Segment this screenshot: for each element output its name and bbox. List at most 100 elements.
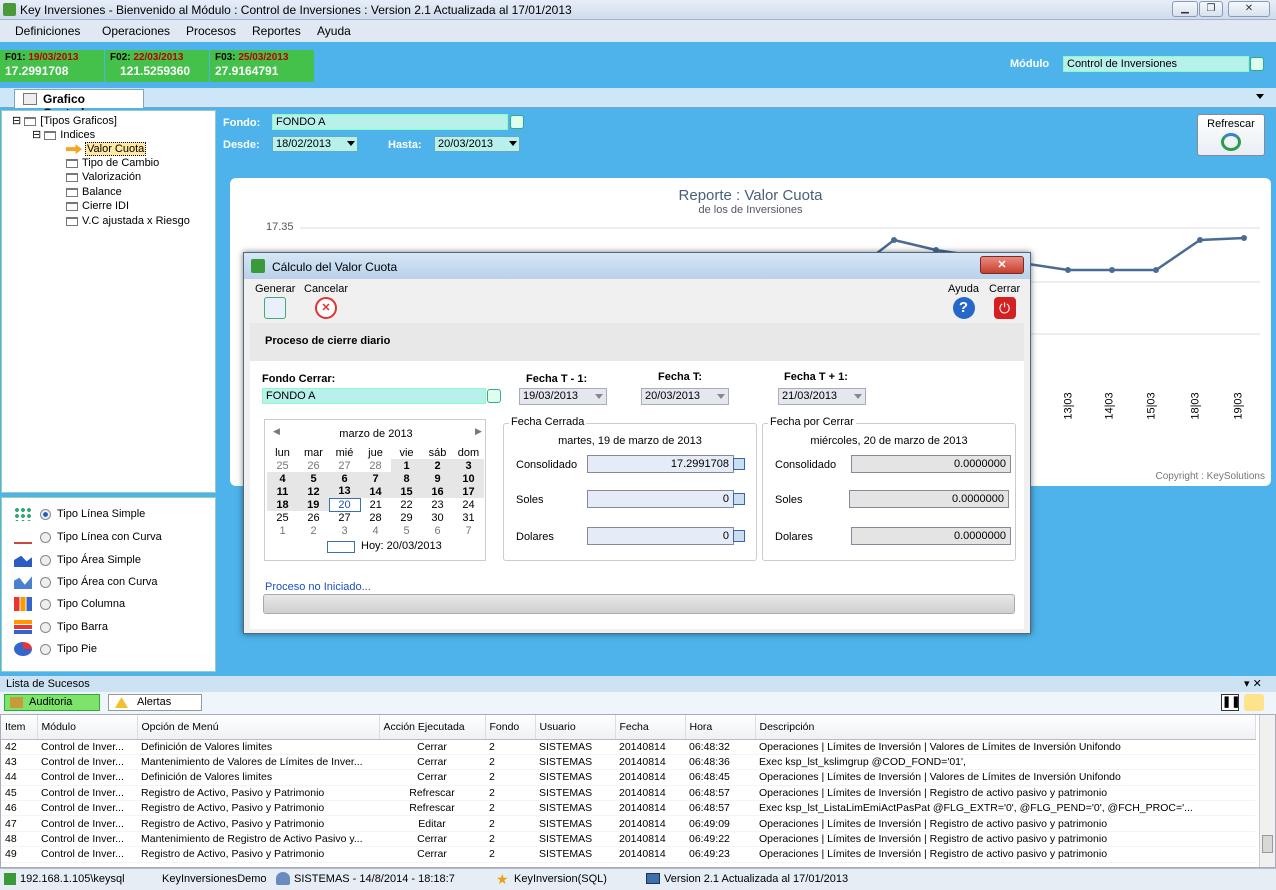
radio-area-curva[interactable] — [40, 576, 51, 588]
table-row[interactable]: 42 Control de Inver... Definición de Valor… — [1, 739, 1255, 755]
menu-ayuda[interactable]: Ayuda — [317, 24, 351, 38]
desde-datepicker[interactable]: 18/02/2013 — [272, 136, 358, 152]
generar-button[interactable]: Generar — [255, 283, 295, 319]
type-barra[interactable]: Tipo Barra — [14, 620, 108, 634]
calendar-day[interactable]: 23 — [422, 498, 453, 511]
tree-item-balance[interactable]: Balance — [66, 186, 122, 198]
calculator-icon[interactable] — [733, 458, 745, 470]
type-linea-simple[interactable]: Tipo Línea Simple — [14, 507, 145, 521]
type-area-simple[interactable]: Tipo Área Simple — [14, 553, 141, 567]
fondo-cerrar-field[interactable]: FONDO A — [262, 388, 486, 404]
tab-grafico-centrales[interactable]: Grafico Centrales — [14, 89, 144, 120]
type-columna[interactable]: Tipo Columna — [14, 597, 125, 611]
radio-barra[interactable] — [40, 621, 51, 633]
fondo-cerrar-lookup-icon[interactable] — [487, 389, 501, 403]
calendar-day[interactable]: 4 — [267, 472, 298, 485]
tab-alertas[interactable]: Alertas — [108, 694, 202, 711]
calendar-day[interactable]: 20 — [328, 497, 361, 512]
calendar-day[interactable]: 5 — [391, 524, 422, 537]
menu-operaciones[interactable]: Operaciones — [102, 24, 170, 38]
calendar-day[interactable]: 7 — [360, 472, 391, 485]
calendar-day[interactable]: 8 — [391, 472, 422, 485]
calendar-day[interactable]: 26 — [298, 459, 329, 472]
calendar-day[interactable]: 26 — [298, 511, 329, 524]
radio-columna[interactable] — [40, 598, 51, 610]
calendar-day[interactable]: 10 — [453, 472, 484, 485]
calendar-day[interactable]: 2 — [298, 524, 329, 537]
table-row[interactable]: 48 Control de Inver... Mantenimiento de Re… — [1, 831, 1255, 848]
pin-close-icon[interactable]: ▾ ✕ — [1244, 677, 1262, 690]
column-header[interactable]: Fecha — [615, 715, 686, 740]
calendar-today[interactable]: Hoy: 20/03/2013 — [361, 540, 442, 552]
calendar-day[interactable]: 31 — [453, 511, 484, 524]
tree-group-indices[interactable]: ⊟ Indices — [32, 128, 95, 141]
modulo-lookup-icon[interactable] — [1250, 57, 1264, 71]
tree-item-valor-cuota[interactable]: Valor Cuota — [66, 142, 147, 156]
minimize-button[interactable]: ▁ — [1172, 1, 1198, 17]
calendar-day[interactable]: 29 — [391, 511, 422, 524]
scroll-thumb[interactable] — [1262, 835, 1273, 853]
calendar-day[interactable]: 22 — [391, 498, 422, 511]
calendar-day[interactable]: 9 — [422, 472, 453, 485]
calculator-icon[interactable] — [733, 530, 745, 542]
calendar-day[interactable]: 4 — [360, 524, 391, 537]
table-row[interactable]: 46 Control de Inver... Registro de Activo,… — [1, 800, 1255, 817]
dialog-close-button[interactable]: ✕ — [980, 256, 1024, 274]
tree-item-tipo-cambio[interactable]: Tipo de Cambio — [66, 157, 159, 169]
radio-area-simple[interactable] — [40, 554, 51, 566]
sweep-icon[interactable] — [1244, 694, 1264, 711]
calendar-day[interactable]: 25 — [267, 511, 298, 524]
calculator-icon[interactable] — [733, 493, 745, 505]
calendar-day[interactable]: 27 — [329, 511, 360, 524]
calendar-day[interactable]: 13 — [329, 485, 360, 498]
calendar-day[interactable]: 3 — [453, 459, 484, 472]
calendar-day[interactable]: 2 — [422, 459, 453, 472]
restore-button[interactable]: ❐ — [1199, 1, 1223, 17]
calendar-day[interactable]: 30 — [422, 511, 453, 524]
tree-item-cierre-idi[interactable]: Cierre IDI — [66, 200, 129, 212]
calendar-day[interactable]: 21 — [360, 498, 391, 511]
menu-definiciones[interactable]: Definiciones — [15, 24, 80, 38]
calendar-day[interactable]: 1 — [267, 524, 298, 537]
tree-root[interactable]: ⊟ [Tipos Graficos] — [12, 114, 117, 127]
calendar-day[interactable]: 1 — [391, 459, 422, 472]
calendar-next-icon[interactable]: ▶ — [475, 426, 482, 437]
table-row[interactable]: 45 Control de Inver... Registro de Activo,… — [1, 785, 1255, 802]
type-area-curva[interactable]: Tipo Área con Curva — [14, 575, 157, 589]
calendar-day[interactable]: 6 — [422, 524, 453, 537]
fondo-lookup-icon[interactable] — [510, 115, 524, 129]
calendar-day[interactable]: 18 — [267, 498, 298, 511]
grid-scrollbar[interactable] — [1259, 715, 1275, 867]
table-row[interactable]: 44 Control de Inver... Definición de Valor… — [1, 769, 1255, 786]
type-pie[interactable]: Tipo Pie — [14, 642, 97, 656]
menu-procesos[interactable]: Procesos — [186, 24, 236, 38]
close-window-button[interactable]: ✕ — [1228, 1, 1270, 17]
refresh-button[interactable]: Refrescar — [1197, 114, 1265, 156]
column-header[interactable]: Opción de Menú — [137, 715, 380, 740]
soles-cerrada-field[interactable]: 0 — [587, 490, 734, 508]
table-row[interactable]: 47 Control de Inver... Registro de Activo,… — [1, 815, 1255, 832]
tree-item-vc-ajustada[interactable]: V.C ajustada x Riesgo — [66, 215, 190, 227]
calendar-day[interactable]: 5 — [298, 472, 329, 485]
calendar-day[interactable]: 19 — [298, 498, 329, 511]
hasta-datepicker[interactable]: 20/03/2013 — [434, 136, 520, 152]
calendar-day[interactable]: 17 — [453, 485, 484, 498]
menu-reportes[interactable]: Reportes — [252, 24, 301, 38]
fecha-t2-combo[interactable]: 21/03/2013 — [778, 388, 866, 405]
calendar-day[interactable]: 25 — [267, 459, 298, 472]
radio-linea-curva[interactable] — [40, 531, 51, 543]
calendar-day[interactable]: 6 — [329, 472, 360, 485]
fecha-t1-combo[interactable]: 19/03/2013 — [519, 388, 607, 405]
cancelar-button[interactable]: Cancelar ✕ — [304, 283, 348, 319]
radio-pie[interactable] — [40, 643, 51, 655]
column-header[interactable]: Hora — [685, 715, 756, 740]
dolares-cerrada-field[interactable]: 0 — [587, 527, 734, 545]
column-header[interactable]: Acción Ejecutada — [379, 715, 486, 740]
table-row[interactable]: 49 Control de Inver... Registro de Activo,… — [1, 846, 1255, 863]
calendar-day[interactable]: 12 — [298, 485, 329, 498]
calendar-day[interactable]: 28 — [360, 459, 391, 472]
column-header[interactable]: Módulo — [37, 715, 138, 740]
type-linea-curva[interactable]: Tipo Línea con Curva — [14, 530, 162, 544]
calendar-day[interactable]: 16 — [422, 485, 453, 498]
fondo-field[interactable]: FONDO A — [272, 114, 508, 130]
